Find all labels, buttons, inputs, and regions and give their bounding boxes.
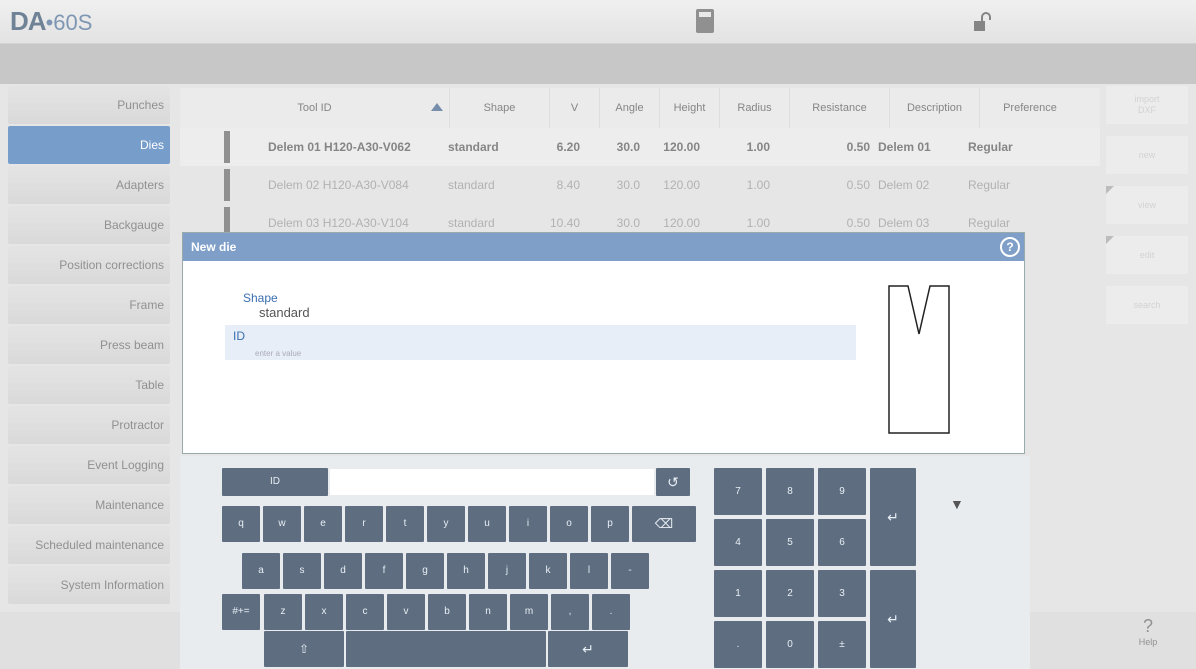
shape-label: Shape: [243, 291, 278, 305]
dialog-header: New die ?: [183, 233, 1024, 261]
key-y[interactable]: y: [427, 506, 465, 542]
key-b[interactable]: b: [428, 594, 466, 630]
key-a[interactable]: a: [242, 553, 280, 589]
key-m[interactable]: m: [510, 594, 548, 630]
dialog-title: New die: [191, 240, 237, 254]
key-d[interactable]: d: [324, 553, 362, 589]
key-num-8[interactable]: 8: [766, 468, 814, 515]
key-comma[interactable]: ,: [551, 594, 589, 630]
key-period[interactable]: .: [592, 594, 630, 630]
key-v[interactable]: v: [387, 594, 425, 630]
key-c[interactable]: c: [346, 594, 384, 630]
space-key[interactable]: [346, 631, 546, 667]
shape-value: standard: [259, 305, 310, 320]
key-decimal[interactable]: .: [714, 621, 762, 668]
keyboard-field-label: ID: [222, 468, 328, 496]
id-label: ID: [233, 329, 245, 343]
key-num-5[interactable]: 5: [766, 519, 814, 566]
key-x[interactable]: x: [305, 594, 343, 630]
key-num-4[interactable]: 4: [714, 519, 762, 566]
keyboard-id-input[interactable]: [330, 469, 654, 495]
backspace-icon[interactable]: ⌫: [632, 506, 696, 542]
key-h[interactable]: h: [447, 553, 485, 589]
numpad-enter-icon[interactable]: ↵: [870, 570, 916, 668]
key-n[interactable]: n: [469, 594, 507, 630]
key-f[interactable]: f: [365, 553, 403, 589]
key-t[interactable]: t: [386, 506, 424, 542]
key-p[interactable]: p: [591, 506, 629, 542]
id-field[interactable]: ID enter a value: [225, 325, 856, 360]
keyboard-hide-icon[interactable]: ▼: [950, 496, 964, 512]
tab-down-icon[interactable]: ↵: [870, 468, 916, 566]
key-g[interactable]: g: [406, 553, 444, 589]
undo-icon[interactable]: ↺: [656, 468, 690, 496]
key-q[interactable]: q: [222, 506, 260, 542]
onscreen-keyboard: ID ↺ ▼ q w e r t y u i o p ⌫ a s d f g h j k l - #+= z x c v b n m,.…: [180, 456, 1030, 669]
new-die-dialog: New die ? Shape standard ID enter a valu…: [182, 232, 1025, 454]
key-num-9[interactable]: 9: [818, 468, 866, 515]
key-num-2[interactable]: 2: [766, 570, 814, 617]
key-z[interactable]: z: [264, 594, 302, 630]
id-placeholder: enter a value: [255, 349, 302, 358]
key-num-7[interactable]: 7: [714, 468, 762, 515]
key-num-3[interactable]: 3: [818, 570, 866, 617]
key-o[interactable]: o: [550, 506, 588, 542]
key-plus-minus[interactable]: ±: [818, 621, 866, 668]
key-w[interactable]: w: [263, 506, 301, 542]
symbols-key[interactable]: #+=: [222, 594, 260, 630]
shape-field[interactable]: Shape standard: [243, 291, 310, 320]
key-num-1[interactable]: 1: [714, 570, 762, 617]
die-shape-preview-icon: [888, 285, 950, 434]
key-u[interactable]: u: [468, 506, 506, 542]
key-e[interactable]: e: [304, 506, 342, 542]
key-k[interactable]: k: [529, 553, 567, 589]
help-circle-icon[interactable]: ?: [1000, 237, 1020, 257]
key-dash[interactable]: -: [611, 553, 649, 589]
key-r[interactable]: r: [345, 506, 383, 542]
key-i[interactable]: i: [509, 506, 547, 542]
key-num-6[interactable]: 6: [818, 519, 866, 566]
key-l[interactable]: l: [570, 553, 608, 589]
shift-icon[interactable]: ⇧: [264, 631, 344, 667]
key-j[interactable]: j: [488, 553, 526, 589]
key-s[interactable]: s: [283, 553, 321, 589]
key-num-0[interactable]: 0: [766, 621, 814, 668]
enter-icon[interactable]: ↵: [548, 631, 628, 667]
